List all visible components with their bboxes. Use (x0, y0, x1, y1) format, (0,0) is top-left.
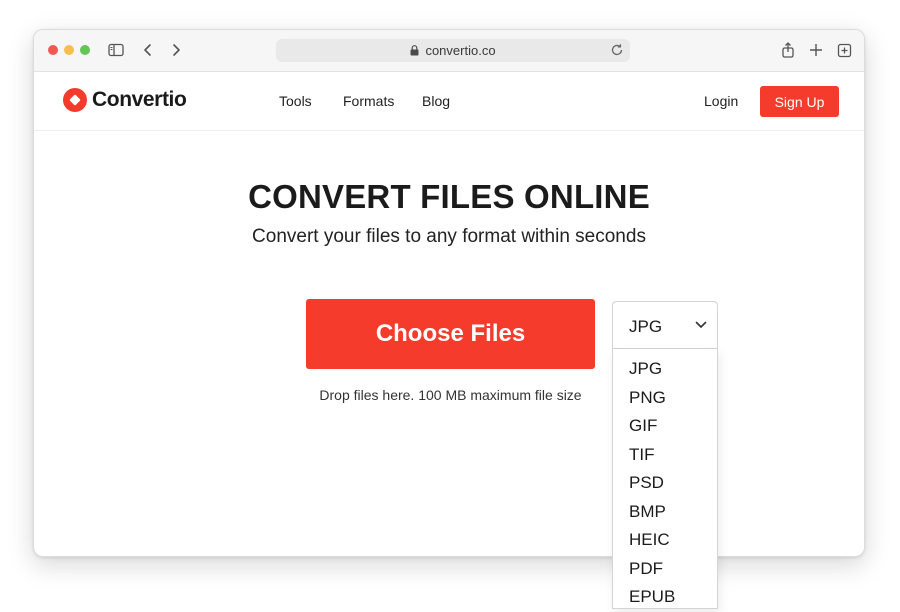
format-dropdown-menu: JPG PNG GIF TIF PSD BMP HEIC PDF EPUB (612, 349, 718, 609)
nav-link-tools[interactable]: Tools (279, 93, 312, 109)
address-bar[interactable]: convertio.co (276, 39, 630, 62)
nav-link-blog[interactable]: Blog (422, 93, 450, 109)
forward-icon[interactable] (167, 41, 185, 59)
format-option-gif[interactable]: GIF (613, 412, 717, 441)
format-option-epub[interactable]: EPUB (613, 583, 717, 612)
browser-toolbar: convertio.co (34, 30, 864, 72)
format-option-bmp[interactable]: BMP (613, 498, 717, 527)
format-option-psd[interactable]: PSD (613, 469, 717, 498)
convertio-logo[interactable]: Convertio (63, 88, 187, 112)
format-option-jpg[interactable]: JPG (613, 355, 717, 384)
signup-button[interactable]: Sign Up (760, 86, 839, 117)
zoom-window-button[interactable] (80, 45, 90, 55)
format-option-heic[interactable]: HEIC (613, 526, 717, 555)
format-select-value: JPG (629, 317, 663, 336)
share-icon[interactable] (779, 41, 797, 59)
logo-text: Convertio (92, 88, 187, 111)
page-subtitle: Convert your files to any format within … (252, 226, 646, 247)
login-link[interactable]: Login (704, 93, 738, 109)
choose-files-button[interactable]: Choose Files (306, 299, 595, 369)
logo-icon (63, 88, 87, 112)
chevron-down-icon (695, 321, 707, 329)
format-option-png[interactable]: PNG (613, 384, 717, 413)
page-title: CONVERT FILES ONLINE (248, 178, 650, 215)
nav-link-formats[interactable]: Formats (343, 93, 394, 109)
minimize-window-button[interactable] (64, 45, 74, 55)
browser-window: convertio.co Convertio Tools Formats Blo… (33, 29, 865, 557)
url-text: convertio.co (425, 43, 496, 58)
back-icon[interactable] (139, 41, 157, 59)
tabs-overview-icon[interactable] (835, 41, 853, 59)
drop-zone-hint: Drop files here. 100 MB maximum file siz… (319, 387, 582, 403)
format-option-pdf[interactable]: PDF (613, 555, 717, 584)
sidebar-toggle-icon[interactable] (107, 41, 125, 59)
format-option-tif[interactable]: TIF (613, 441, 717, 470)
site-header: Convertio Tools Formats Blog Login Sign … (34, 72, 864, 131)
close-window-button[interactable] (48, 45, 58, 55)
new-tab-icon[interactable] (807, 41, 825, 59)
format-select[interactable]: JPG (612, 301, 718, 349)
lock-icon (410, 45, 419, 56)
reload-icon[interactable] (610, 43, 624, 57)
